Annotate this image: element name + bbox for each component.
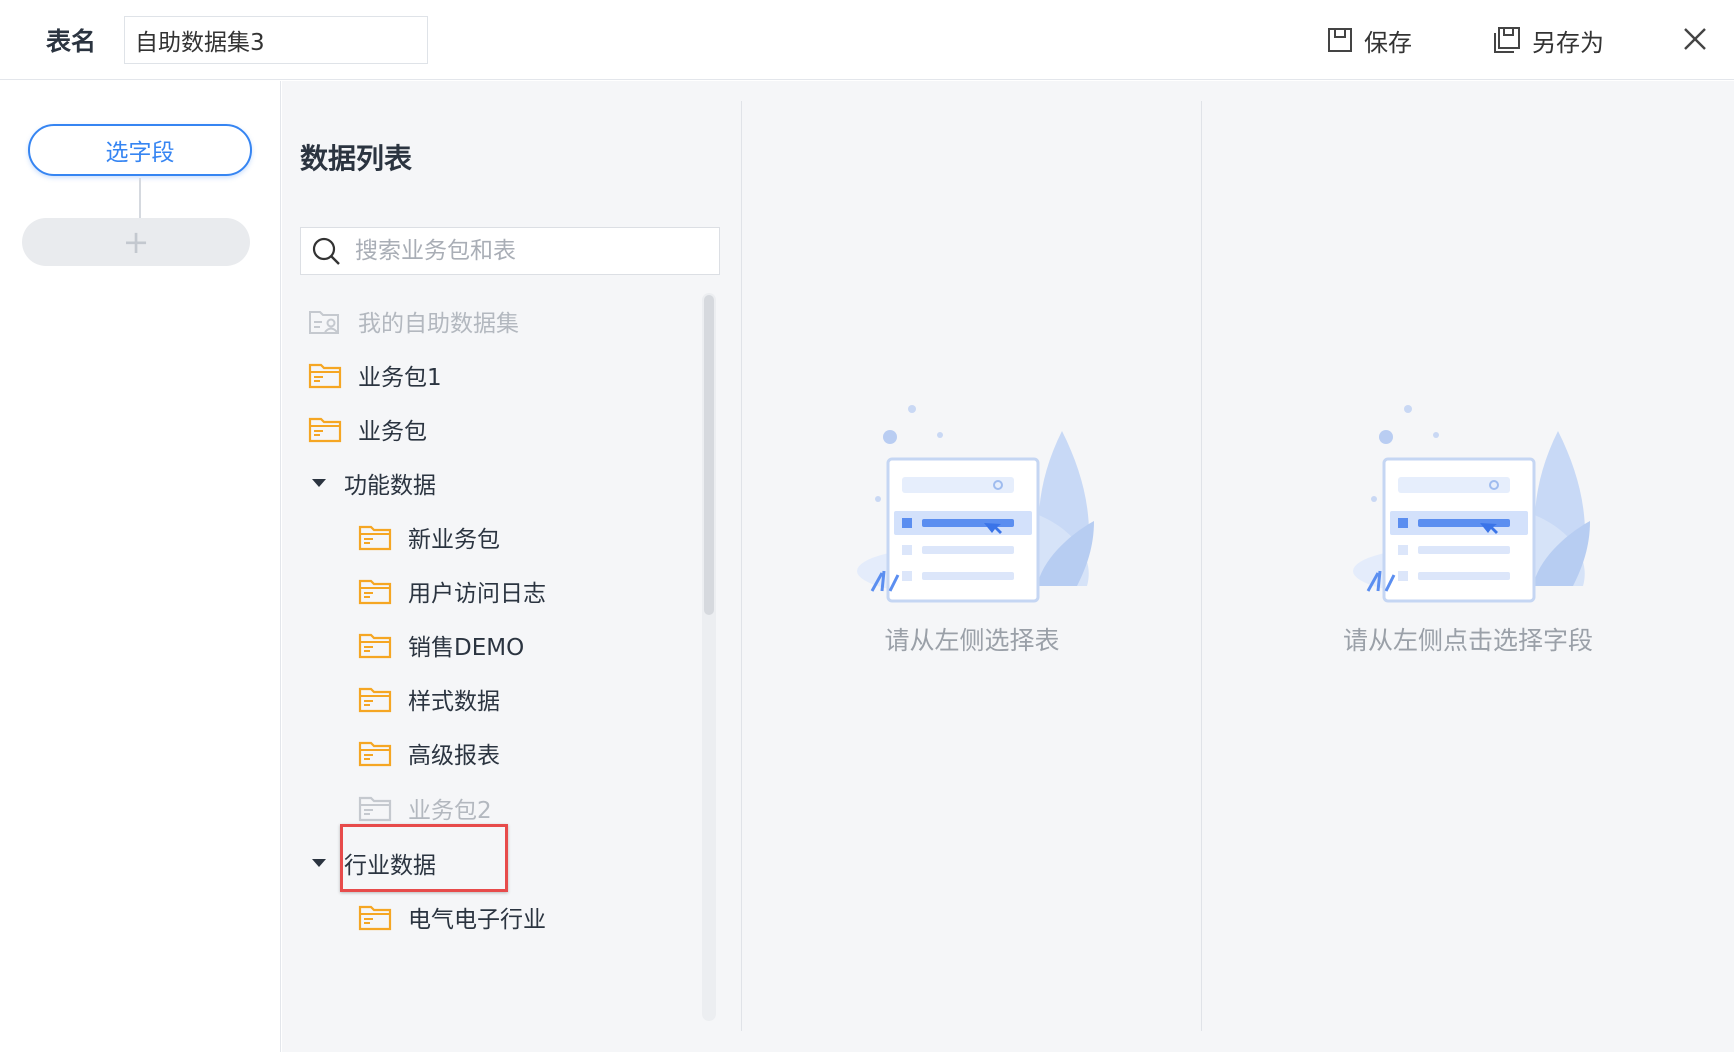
save-as-icon	[1494, 27, 1520, 53]
folder-icon	[358, 741, 392, 767]
tree-item-label: 用户访问日志	[408, 581, 546, 607]
top-bar: 表名 保存 另存为	[0, 0, 1734, 80]
folder-icon	[358, 687, 392, 713]
folder-icon	[358, 579, 392, 605]
table-empty-message: 请从左侧选择表	[884, 626, 1060, 655]
tree-item-my-self-dataset[interactable]: 我的自助数据集	[308, 299, 519, 343]
table-empty-state: 请从左侧选择表	[742, 401, 1202, 657]
tree-item-label: 高级报表	[408, 743, 500, 769]
close-icon[interactable]	[1680, 24, 1710, 54]
caret-down-icon[interactable]	[310, 477, 328, 489]
tree-item-label: 样式数据	[408, 689, 500, 715]
search-box[interactable]	[300, 227, 720, 275]
tree-item-folder[interactable]: 用户访问日志	[358, 569, 546, 613]
tree-item-folder[interactable]: 样式数据	[358, 677, 500, 721]
data-list-title: 数据列表	[300, 142, 413, 175]
tree-item-folder[interactable]: 电气电子行业	[358, 895, 546, 939]
tree-item-folder[interactable]: 业务包1	[308, 353, 442, 397]
tree-item-folder[interactable]: 业务包	[308, 407, 427, 451]
main-panel: 数据列表 我的自助数据集	[282, 81, 1734, 1052]
step-connector	[139, 178, 141, 218]
tree-item-folder[interactable]: 销售DEMO	[358, 623, 524, 667]
tree-item-label: 业务包1	[358, 365, 442, 391]
save-button[interactable]: 保存	[1326, 20, 1412, 60]
empty-list-illustration	[857, 405, 1094, 603]
tree-group-function-data[interactable]: 功能数据	[310, 461, 436, 505]
save-icon	[1328, 28, 1352, 52]
self-dataset-icon	[309, 311, 339, 334]
search-input[interactable]	[355, 238, 695, 264]
caret-down-icon[interactable]	[310, 857, 328, 869]
save-as-label: 另存为	[1532, 28, 1604, 57]
tree-item-label: 业务包2	[408, 798, 492, 824]
save-as-button[interactable]: 另存为	[1492, 20, 1604, 60]
field-empty-state: 请从左侧点击选择字段	[1238, 401, 1698, 657]
list-scrollbar[interactable]	[702, 293, 716, 1021]
add-step-button[interactable]: +	[22, 218, 250, 266]
tree-item-label: 新业务包	[408, 527, 500, 553]
scrollbar-thumb[interactable]	[704, 295, 714, 615]
empty-list-illustration	[1353, 405, 1590, 603]
save-label: 保存	[1364, 28, 1412, 57]
folder-icon	[308, 363, 342, 389]
tree-item-folder[interactable]: 新业务包	[358, 515, 500, 559]
tree-item-folder[interactable]: 高级报表	[358, 731, 500, 775]
tree-item-label: 业务包	[358, 419, 427, 445]
tree-item-label: 销售DEMO	[408, 635, 525, 661]
tree-item-label: 电气电子行业	[408, 907, 546, 933]
table-name-input[interactable]	[124, 16, 428, 64]
search-icon	[312, 237, 340, 265]
step-flow-panel: 选字段 +	[0, 81, 281, 1052]
tree-group-industry-data[interactable]: 行业数据	[310, 841, 436, 885]
field-empty-message: 请从左侧点击选择字段	[1342, 626, 1593, 655]
table-name-label: 表名	[46, 27, 97, 56]
tree-item-folder-disabled[interactable]: 业务包2	[358, 786, 492, 830]
tree-group-label: 行业数据	[344, 853, 436, 879]
folder-icon	[358, 525, 392, 551]
folder-icon	[308, 417, 342, 443]
step-select-fields-button[interactable]: 选字段	[28, 124, 252, 176]
tree-group-label: 功能数据	[344, 473, 436, 499]
folder-icon	[358, 633, 392, 659]
folder-icon	[358, 905, 392, 931]
folder-icon	[358, 796, 392, 822]
tree-item-label: 我的自助数据集	[358, 311, 519, 337]
